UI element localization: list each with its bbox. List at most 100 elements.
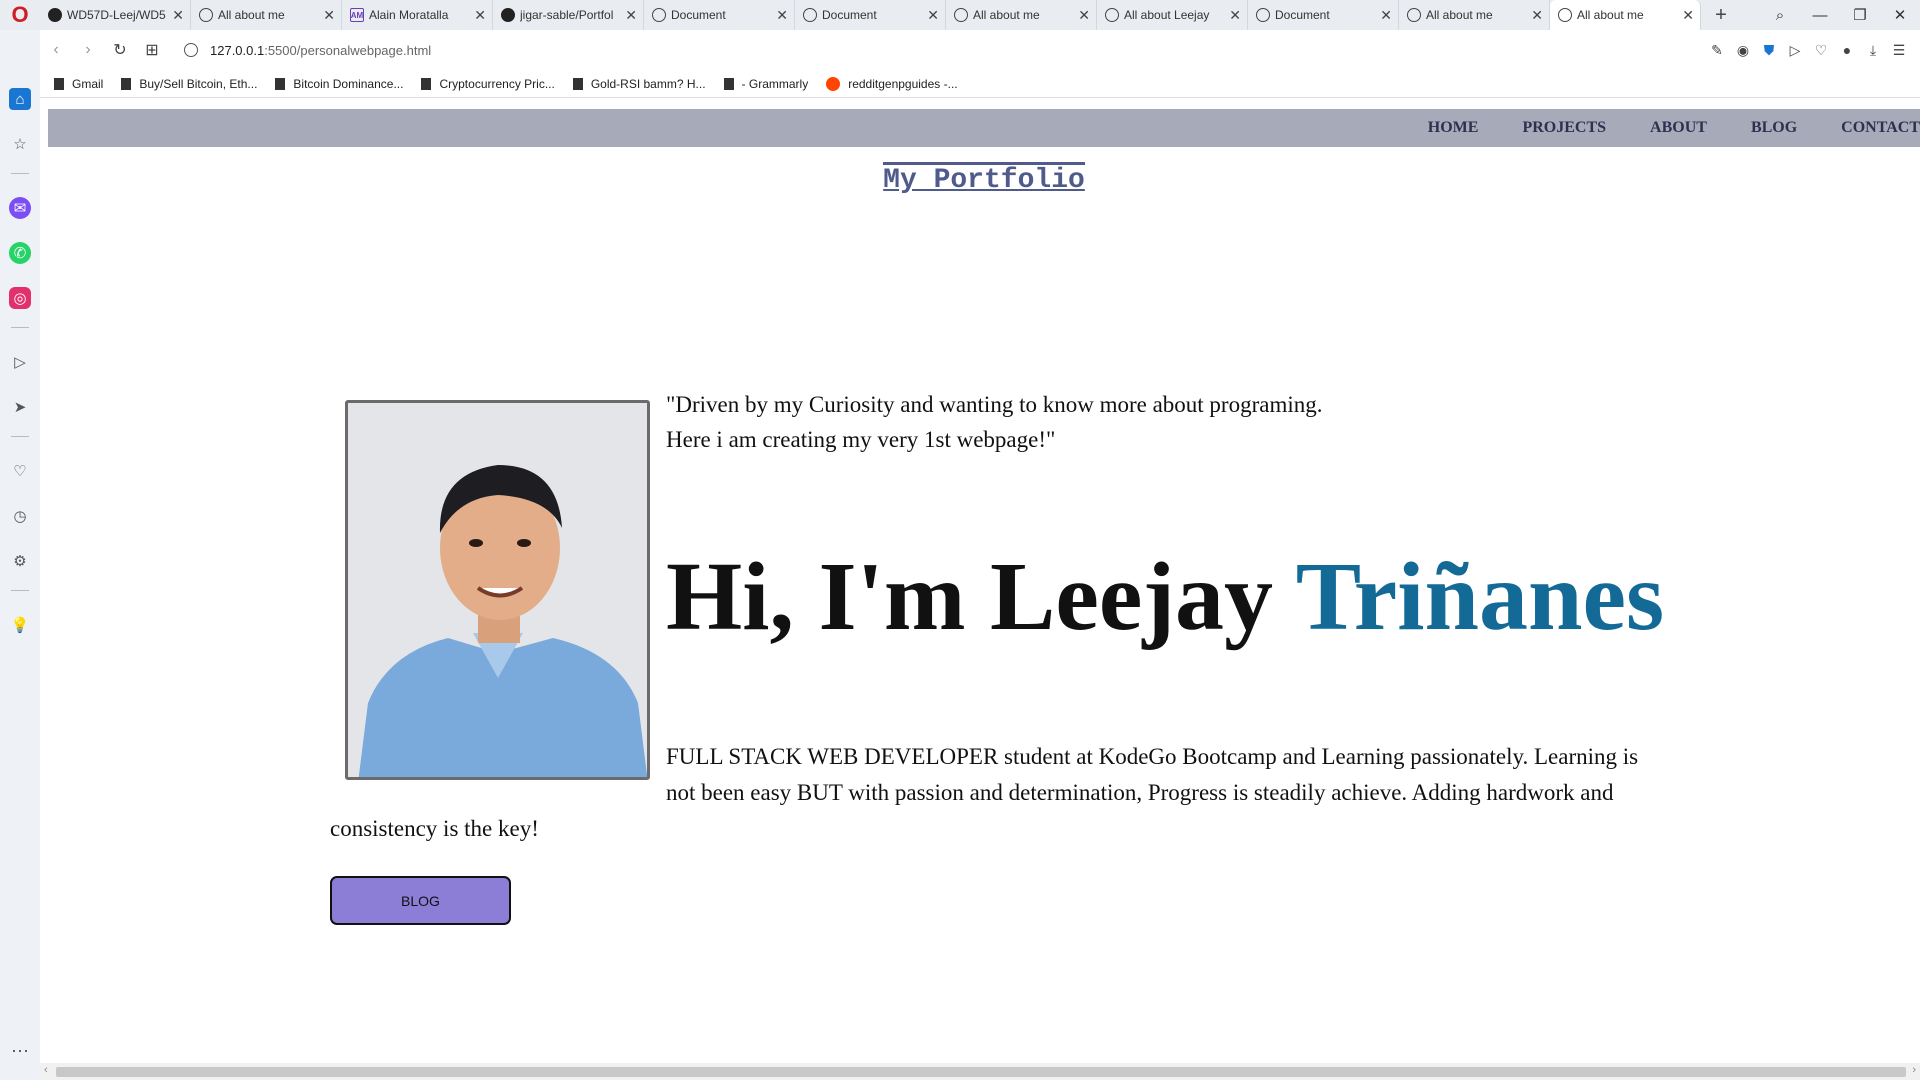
bookmark-item[interactable]: - Grammarly bbox=[723, 76, 809, 91]
home-icon[interactable]: ⌂ bbox=[9, 88, 31, 110]
tab-title: All about me bbox=[1577, 8, 1644, 22]
player-icon[interactable]: ▷ bbox=[9, 351, 31, 373]
settings-icon[interactable]: ⚙ bbox=[9, 550, 31, 572]
close-icon[interactable]: ✕ bbox=[1682, 7, 1694, 24]
folder-icon bbox=[572, 77, 583, 90]
url-field[interactable]: 127.0.0.1:5500/personalwebpage.html bbox=[184, 43, 431, 58]
browser-tab[interactable]: Document ✕ bbox=[1248, 0, 1399, 30]
browser-tab[interactable]: WD57D-Leej/WD5 ✕ bbox=[40, 0, 191, 30]
opera-logo-icon[interactable]: O bbox=[0, 0, 40, 30]
globe-icon bbox=[954, 8, 968, 22]
quote-line-1: "Driven by my Curiosity and wanting to k… bbox=[666, 392, 1323, 417]
browser-tab[interactable]: All about me ✕ bbox=[946, 0, 1097, 30]
lightbulb-icon[interactable]: 💡 bbox=[9, 614, 31, 636]
new-tab-button[interactable]: + bbox=[1701, 0, 1741, 30]
tab-title: Alain Moratalla bbox=[369, 8, 449, 22]
browser-tab[interactable]: All about me ✕ bbox=[191, 0, 342, 30]
globe-icon bbox=[1558, 8, 1572, 22]
browser-tab[interactable]: Document ✕ bbox=[795, 0, 946, 30]
nav-blog[interactable]: BLOG bbox=[1751, 119, 1797, 137]
browser-tab[interactable]: AM Alain Moratalla ✕ bbox=[342, 0, 493, 30]
globe-icon bbox=[652, 8, 666, 22]
headline-surname: Triñanes bbox=[1295, 543, 1665, 651]
close-icon[interactable]: ✕ bbox=[474, 7, 486, 24]
hero-headline: Hi, I'm Leejay Triñanes bbox=[666, 541, 1664, 653]
nav-about[interactable]: ABOUT bbox=[1650, 119, 1707, 137]
browser-tab-active[interactable]: All about me ✕ bbox=[1550, 0, 1701, 30]
heart-icon[interactable]: ♡ bbox=[1808, 42, 1834, 59]
minimize-button[interactable]: — bbox=[1800, 7, 1840, 24]
search-tabs-icon[interactable]: ⌕ bbox=[1760, 7, 1800, 24]
tabs-overview-icon[interactable]: ⊞ bbox=[136, 40, 168, 60]
scroll-left-icon[interactable]: ‹ bbox=[44, 1064, 48, 1076]
bookmark-label: - Grammarly bbox=[741, 76, 809, 91]
bookmark-label: Gold-RSI bamm? H... bbox=[590, 76, 706, 91]
tab-title: WD57D-Leej/WD5 bbox=[67, 8, 166, 22]
close-icon[interactable]: ✕ bbox=[776, 7, 788, 24]
heart-icon[interactable]: ♡ bbox=[9, 460, 31, 482]
quote-line-2: Here i am creating my very 1st webpage!" bbox=[666, 427, 1056, 452]
browser-tab[interactable]: All about me ✕ bbox=[1399, 0, 1550, 30]
web-page: HOME PROJECTS ABOUT BLOG CONTACT My Port… bbox=[48, 109, 1920, 1063]
browser-tab[interactable]: Document ✕ bbox=[644, 0, 795, 30]
restore-button[interactable]: ❐ bbox=[1840, 6, 1880, 24]
address-bar: ‹ › ↻ ⊞ 127.0.0.1:5500/personalwebpage.h… bbox=[40, 30, 1920, 70]
scroll-right-icon[interactable]: › bbox=[1912, 1064, 1916, 1076]
am-logo-icon: AM bbox=[350, 8, 364, 22]
globe-icon bbox=[199, 8, 213, 22]
nav-home[interactable]: HOME bbox=[1428, 119, 1479, 137]
history-icon[interactable]: ◷ bbox=[9, 505, 31, 527]
close-icon[interactable]: ✕ bbox=[625, 7, 637, 24]
close-icon[interactable]: ✕ bbox=[1229, 7, 1241, 24]
folder-icon bbox=[723, 77, 734, 90]
bio-line-2: not been easy BUT with passion and deter… bbox=[666, 780, 1614, 805]
close-icon[interactable]: ✕ bbox=[927, 7, 939, 24]
edit-icon[interactable]: ✎ bbox=[1704, 42, 1730, 59]
bookmarks-bar: Gmail Buy/Sell Bitcoin, Eth... Bitcoin D… bbox=[40, 70, 1920, 98]
scrollbar-thumb[interactable] bbox=[56, 1067, 1906, 1077]
reload-icon[interactable]: ↻ bbox=[104, 40, 136, 60]
browser-tab-bar: O WD57D-Leej/WD5 ✕ All about me ✕ AM Alain … bbox=[0, 0, 1920, 30]
camera-icon[interactable]: ◉ bbox=[1730, 42, 1756, 59]
send-icon[interactable]: ▷ bbox=[1782, 42, 1808, 59]
bookmark-item[interactable]: Buy/Sell Bitcoin, Eth... bbox=[121, 77, 257, 91]
avatar[interactable]: ● bbox=[1834, 42, 1860, 58]
speed-dial-icon[interactable]: ☆ bbox=[9, 133, 31, 155]
globe-icon bbox=[803, 8, 817, 22]
profile-photo bbox=[345, 400, 650, 780]
close-icon[interactable]: ✕ bbox=[323, 7, 335, 24]
download-icon[interactable]: ⤓ bbox=[1860, 42, 1886, 59]
person-portrait-icon bbox=[348, 403, 647, 777]
bookmark-item[interactable]: redditgenpguides -... bbox=[826, 76, 958, 91]
close-icon[interactable]: ✕ bbox=[172, 7, 184, 24]
blog-button[interactable]: BLOG bbox=[330, 876, 511, 925]
back-icon[interactable]: ‹ bbox=[40, 41, 72, 59]
instagram-icon[interactable]: ◎ bbox=[9, 287, 31, 309]
shield-icon[interactable]: ⛊ bbox=[1756, 42, 1782, 59]
browser-tab[interactable]: All about Leejay ✕ bbox=[1097, 0, 1248, 30]
forward-icon[interactable]: › bbox=[72, 41, 104, 59]
bookmark-item[interactable]: Bitcoin Dominance... bbox=[275, 77, 403, 91]
close-window-button[interactable]: ✕ bbox=[1880, 6, 1920, 24]
close-icon[interactable]: ✕ bbox=[1078, 7, 1090, 24]
folder-icon bbox=[121, 77, 132, 90]
page-title: My Portfolio bbox=[48, 162, 1920, 196]
whatsapp-icon[interactable]: ✆ bbox=[9, 242, 31, 264]
more-icon[interactable]: ⋯ bbox=[11, 1041, 29, 1062]
close-icon[interactable]: ✕ bbox=[1531, 7, 1543, 24]
bookmark-item[interactable]: Cryptocurrency Pric... bbox=[421, 77, 555, 91]
browser-tab[interactable]: jigar-sable/Portfol ✕ bbox=[493, 0, 644, 30]
tab-title: Document bbox=[1275, 8, 1330, 22]
send-icon[interactable]: ➤ bbox=[9, 396, 31, 418]
nav-contact[interactable]: CONTACT bbox=[1841, 119, 1920, 137]
reddit-icon bbox=[826, 76, 841, 91]
nav-projects[interactable]: PROJECTS bbox=[1522, 119, 1606, 137]
bookmark-item[interactable]: Gold-RSI bamm? H... bbox=[572, 76, 706, 91]
close-icon[interactable]: ✕ bbox=[1380, 7, 1392, 24]
folder-icon bbox=[421, 77, 432, 90]
horizontal-scrollbar[interactable]: ‹ › bbox=[40, 1063, 1920, 1080]
menu-icon[interactable]: ☰ bbox=[1886, 42, 1912, 59]
tab-title: All about me bbox=[1426, 8, 1493, 22]
bookmark-item[interactable]: Gmail bbox=[54, 77, 103, 91]
messenger-icon[interactable]: ✉ bbox=[9, 197, 31, 219]
